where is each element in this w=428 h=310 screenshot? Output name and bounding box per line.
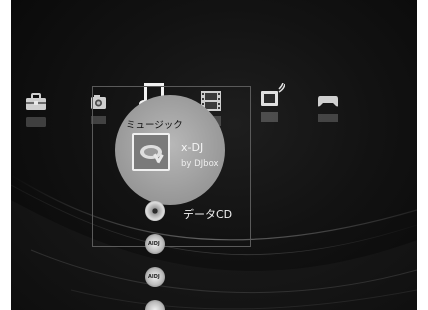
list-item-label[interactable]: データCD (183, 206, 232, 222)
category-label: ミュージック (126, 120, 183, 131)
disc-icon[interactable] (145, 201, 165, 221)
selected-item-subtitle: by DJbox (181, 159, 219, 169)
toolbox-icon-reflection (25, 113, 47, 132)
djbox-logo-icon (140, 145, 164, 164)
tv-icon-reflection (261, 108, 278, 127)
aidj-logo-text: AIDJ (148, 274, 160, 280)
xmb-screen: ミュージック x-DJ by DJbox データCD AIDJ AIDJ (11, 0, 417, 310)
aidj-icon[interactable]: AIDJ (145, 234, 165, 254)
aidj-icon[interactable]: AIDJ (145, 267, 165, 287)
game-icon-reflection (317, 110, 339, 129)
aidj-logo-text: AIDJ (148, 241, 160, 247)
selected-item-title[interactable]: x-DJ (181, 141, 203, 154)
toolbox-icon[interactable] (25, 93, 47, 111)
selected-item-thumbnail[interactable] (132, 133, 170, 171)
tv-icon[interactable] (259, 83, 285, 109)
game-icon[interactable] (317, 94, 339, 108)
